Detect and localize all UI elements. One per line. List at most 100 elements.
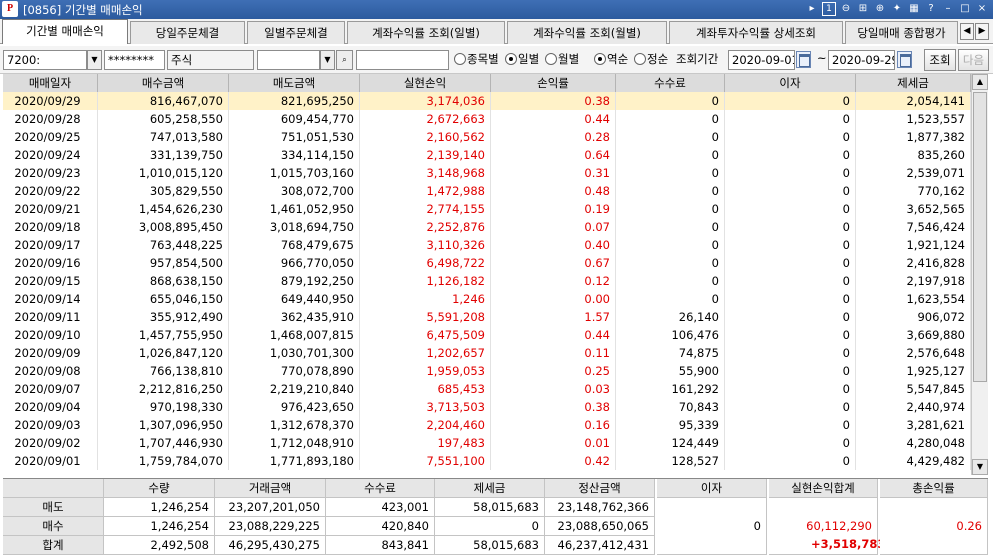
table-row[interactable]: 2020/09/22 305,829,550 308,072,700 1,472,98…	[3, 182, 971, 200]
cell-date: 2020/09/14	[3, 290, 98, 308]
col-fee[interactable]: 수수료	[616, 74, 725, 92]
col-buy-amount[interactable]: 매수금액	[98, 74, 229, 92]
tab-daily-trade-eval[interactable]: 당일매매 종합평가	[845, 21, 958, 44]
next-button[interactable]: 다음	[958, 49, 989, 71]
cell-tax: 7,546,424	[856, 218, 971, 236]
cell-fee: 0	[616, 200, 725, 218]
maximize-icon[interactable]: □	[958, 2, 972, 16]
tab-today-orders[interactable]: 당일주문체결	[130, 21, 245, 44]
table-row[interactable]: 2020/09/03 1,307,096,950 1,312,678,370 2,20…	[3, 416, 971, 434]
table-row[interactable]: 2020/09/09 1,026,847,120 1,030,701,300 1,20…	[3, 344, 971, 362]
cell-sell: 976,423,650	[229, 398, 360, 416]
tab-daily-orders[interactable]: 일별주문체결	[247, 21, 345, 44]
radio-daily[interactable]	[505, 53, 517, 65]
cell-tax: 4,429,482	[856, 452, 971, 470]
stock-search-icon[interactable]: ⌕	[336, 50, 353, 70]
radio-ascending[interactable]	[634, 53, 646, 65]
scroll-up-icon[interactable]: ▲	[972, 74, 988, 90]
table-row[interactable]: 2020/09/04 970,198,330 976,423,650 3,713,50…	[3, 398, 971, 416]
cell-fee: 95,339	[616, 416, 725, 434]
cell-buy: 1,454,626,230	[98, 200, 229, 218]
cell-fee: 0	[616, 218, 725, 236]
table-row[interactable]: 2020/09/11 355,912,490 362,435,910 5,591,20…	[3, 308, 971, 326]
cell-interest: 0	[725, 128, 856, 146]
table-row[interactable]: 2020/09/07 2,212,816,250 2,219,210,840 685,…	[3, 380, 971, 398]
minimize-icon[interactable]: –	[941, 2, 955, 16]
col-realized-pnl[interactable]: 실현손익	[360, 74, 491, 92]
stock-dropdown-icon[interactable]: ▼	[320, 50, 335, 70]
table-row[interactable]: 2020/09/16 957,854,500 966,770,050 6,498,72…	[3, 254, 971, 272]
settings-icon[interactable]: ▦	[907, 2, 921, 16]
cell-buy: 1,457,755,950	[98, 326, 229, 344]
tab-scroll-right-icon[interactable]: ▶	[975, 23, 989, 40]
table-row[interactable]: 2020/09/01 1,759,784,070 1,771,893,180 7,55…	[3, 452, 971, 470]
stock-name-input[interactable]	[356, 50, 449, 70]
table-row[interactable]: 2020/09/24 331,139,750 334,114,150 2,139,14…	[3, 146, 971, 164]
table-row[interactable]: 2020/09/18 3,008,895,450 3,018,694,750 2,25…	[3, 218, 971, 236]
zoom-in-icon[interactable]: ⊕	[873, 2, 887, 16]
link-icon[interactable]: ⊞	[856, 2, 870, 16]
cell-date: 2020/09/18	[3, 218, 98, 236]
search-button[interactable]: 조회	[924, 49, 956, 71]
radio-by-item[interactable]	[454, 53, 466, 65]
tab-scroll-left-icon[interactable]: ◀	[960, 23, 974, 40]
date-to-input[interactable]: 2020-09-29	[828, 50, 895, 70]
sum-col-fee: 수수료	[326, 479, 435, 498]
menu-arrow-icon[interactable]: ▸	[805, 2, 819, 16]
table-row[interactable]: 2020/09/15 868,638,150 879,192,250 1,126,18…	[3, 272, 971, 290]
scroll-down-icon[interactable]: ▼	[972, 459, 988, 475]
date-from-input[interactable]: 2020-09-01	[728, 50, 795, 70]
cell-rate: 0.38	[491, 92, 616, 110]
cell-rate: 0.01	[491, 434, 616, 452]
cell-sell: 751,051,530	[229, 128, 360, 146]
table-row[interactable]: 2020/09/08 766,138,810 770,078,890 1,959,05…	[3, 362, 971, 380]
pin-icon[interactable]: ✦	[890, 2, 904, 16]
sell-tax: 58,015,683	[435, 498, 545, 517]
close-icon[interactable]: ×	[975, 2, 989, 16]
tab-investment-return-detail[interactable]: 계좌투자수익률 상세조회	[669, 21, 843, 44]
cell-tax: 5,547,845	[856, 380, 971, 398]
calendar-from-icon[interactable]	[796, 51, 811, 68]
radio-descending[interactable]	[594, 53, 606, 65]
scroll-thumb[interactable]	[973, 92, 987, 382]
col-pnl-rate[interactable]: 손익률	[491, 74, 616, 92]
account-input[interactable]: 7200:	[3, 50, 87, 70]
table-row[interactable]: 2020/09/29 816,467,070 821,695,250 3,174,03…	[3, 92, 971, 110]
cell-tax: 1,877,382	[856, 128, 971, 146]
cell-buy: 3,008,895,450	[98, 218, 229, 236]
col-interest[interactable]: 이자	[725, 74, 856, 92]
stock-code-input[interactable]	[257, 50, 320, 70]
cell-pnl: 1,959,053	[360, 362, 491, 380]
cell-rate: 0.28	[491, 128, 616, 146]
tab-account-return-monthly[interactable]: 계좌수익률 조회(월별)	[507, 21, 667, 44]
cell-rate: 0.40	[491, 236, 616, 254]
col-tax[interactable]: 제세금	[856, 74, 971, 92]
col-trade-date[interactable]: 매매일자	[3, 74, 98, 92]
table-row[interactable]: 2020/09/21 1,454,626,230 1,461,052,950 2,77…	[3, 200, 971, 218]
table-scrollbar[interactable]: ▲ ▼	[971, 74, 988, 475]
cell-tax: 3,652,565	[856, 200, 971, 218]
buy-settle: 23,088,650,065	[545, 517, 655, 536]
calendar-to-icon[interactable]	[897, 51, 912, 68]
window-number-icon[interactable]: 1	[822, 2, 836, 16]
summary-interest: 0	[657, 498, 767, 555]
cell-tax: 1,623,554	[856, 290, 971, 308]
cell-buy: 957,854,500	[98, 254, 229, 272]
asset-type-label: 주식	[167, 50, 254, 70]
table-row[interactable]: 2020/09/28 605,258,550 609,454,770 2,672,66…	[3, 110, 971, 128]
password-input[interactable]: ********	[104, 50, 165, 70]
help-icon[interactable]: ?	[924, 2, 938, 16]
table-row[interactable]: 2020/09/02 1,707,446,930 1,712,048,910 197,…	[3, 434, 971, 452]
table-row[interactable]: 2020/09/14 655,046,150 649,440,950 1,246 0.0…	[3, 290, 971, 308]
radio-monthly[interactable]	[545, 53, 557, 65]
tab-account-return-daily[interactable]: 계좌수익률 조회(일별)	[347, 21, 505, 44]
account-dropdown-icon[interactable]: ▼	[87, 50, 102, 70]
table-row[interactable]: 2020/09/17 763,448,225 768,479,675 3,110,32…	[3, 236, 971, 254]
tab-period-pnl[interactable]: 기간별 매매손익	[2, 19, 128, 44]
zoom-out-icon[interactable]: ⊖	[839, 2, 853, 16]
sell-settle: 23,148,762,366	[545, 498, 655, 517]
col-sell-amount[interactable]: 매도금액	[229, 74, 360, 92]
table-row[interactable]: 2020/09/10 1,457,755,950 1,468,007,815 6,47…	[3, 326, 971, 344]
table-row[interactable]: 2020/09/23 1,010,015,120 1,015,703,160 3,14…	[3, 164, 971, 182]
table-row[interactable]: 2020/09/25 747,013,580 751,051,530 2,160,56…	[3, 128, 971, 146]
